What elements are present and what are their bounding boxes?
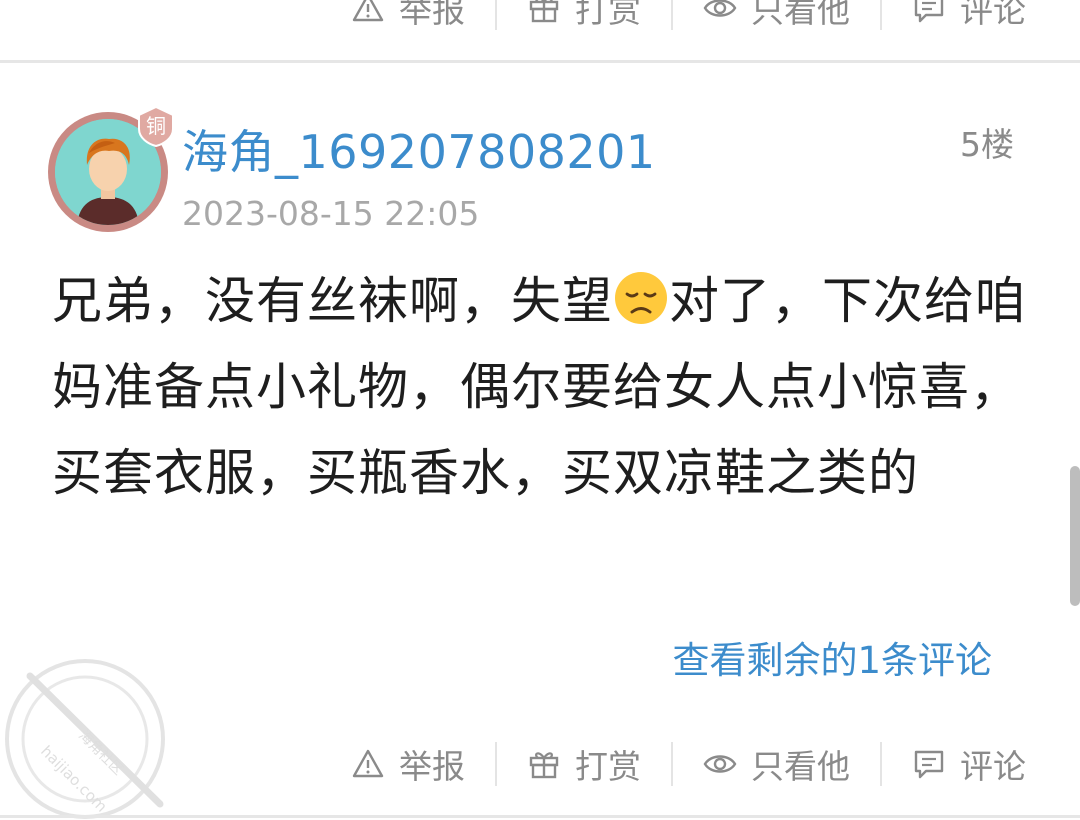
- post-text-part1: 兄弟，没有丝袜啊，失望: [52, 272, 613, 330]
- scrollbar[interactable]: [1070, 466, 1080, 606]
- only-author-label: 只看他: [751, 0, 850, 30]
- reward-label: 打赏: [575, 0, 641, 30]
- disappointed-face-emoji-icon: [615, 272, 667, 324]
- eye-icon: [703, 755, 737, 773]
- comment-button[interactable]: 评论: [882, 0, 1050, 30]
- warning-icon: [352, 749, 384, 778]
- view-more-comments-link[interactable]: 查看剩余的1条评论: [672, 630, 992, 684]
- comment-icon: [914, 750, 944, 779]
- post-divider: [0, 60, 1080, 63]
- warning-icon: [352, 0, 384, 22]
- reward-button[interactable]: 打赏: [497, 0, 673, 30]
- gift-icon: [529, 0, 559, 23]
- post-timestamp: 2023-08-15 22:05: [182, 194, 480, 233]
- post-content: 兄弟，没有丝袜啊，失望 对了，下次给咱妈准备点小礼物，偶尔要给女人点小惊喜，买套…: [52, 258, 1032, 516]
- post-screen: 举报 打赏 只看他 评论 铜 海角_169207808201 2023-08-1…: [0, 0, 1080, 820]
- only-author-label: 只看他: [751, 747, 850, 786]
- site-watermark-logo: 海角社区 haijiao.com: [5, 659, 165, 819]
- comment-button[interactable]: 评论: [882, 742, 1050, 786]
- reward-label: 打赏: [575, 747, 641, 786]
- comment-label: 评论: [960, 747, 1026, 786]
- only-author-button[interactable]: 只看他: [673, 0, 882, 30]
- report-label: 举报: [399, 747, 465, 786]
- only-author-button[interactable]: 只看他: [673, 742, 882, 786]
- report-label: 举报: [399, 0, 465, 30]
- badge-label: 铜: [146, 114, 166, 138]
- bronze-level-badge-icon: 铜: [138, 105, 174, 148]
- report-button[interactable]: 举报: [321, 0, 497, 30]
- comment-label: 评论: [960, 0, 1026, 30]
- gift-icon: [529, 752, 559, 779]
- post-action-bar: 举报 打赏 只看他 评论: [270, 732, 1050, 796]
- username-link[interactable]: 海角_169207808201: [182, 116, 656, 182]
- eye-icon: [703, 0, 737, 17]
- previous-post-action-bar: 举报 打赏 只看他 评论: [270, 0, 1050, 40]
- report-button[interactable]: 举报: [321, 742, 497, 786]
- bottom-divider: [0, 815, 1080, 818]
- reward-button[interactable]: 打赏: [497, 742, 673, 786]
- svg-text:海角社区: 海角社区: [75, 728, 126, 779]
- floor-number: 5楼: [960, 125, 1014, 164]
- comment-icon: [914, 0, 944, 23]
